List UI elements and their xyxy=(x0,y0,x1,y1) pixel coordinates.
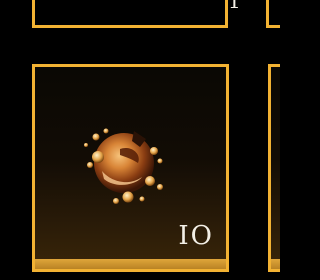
amber-orb-icon xyxy=(84,128,163,204)
slot-footer-bar-right xyxy=(271,259,280,269)
inventory-grid: 1 IO xyxy=(0,0,280,280)
slot-count: IO xyxy=(178,221,214,251)
inventory-slot-top[interactable]: 1 xyxy=(32,0,241,28)
slot-count-top: 1 xyxy=(228,0,243,13)
inventory-slot-right[interactable] xyxy=(268,64,280,272)
inventory-slot-top-right[interactable] xyxy=(266,0,280,28)
slot-footer-bar xyxy=(35,259,226,269)
